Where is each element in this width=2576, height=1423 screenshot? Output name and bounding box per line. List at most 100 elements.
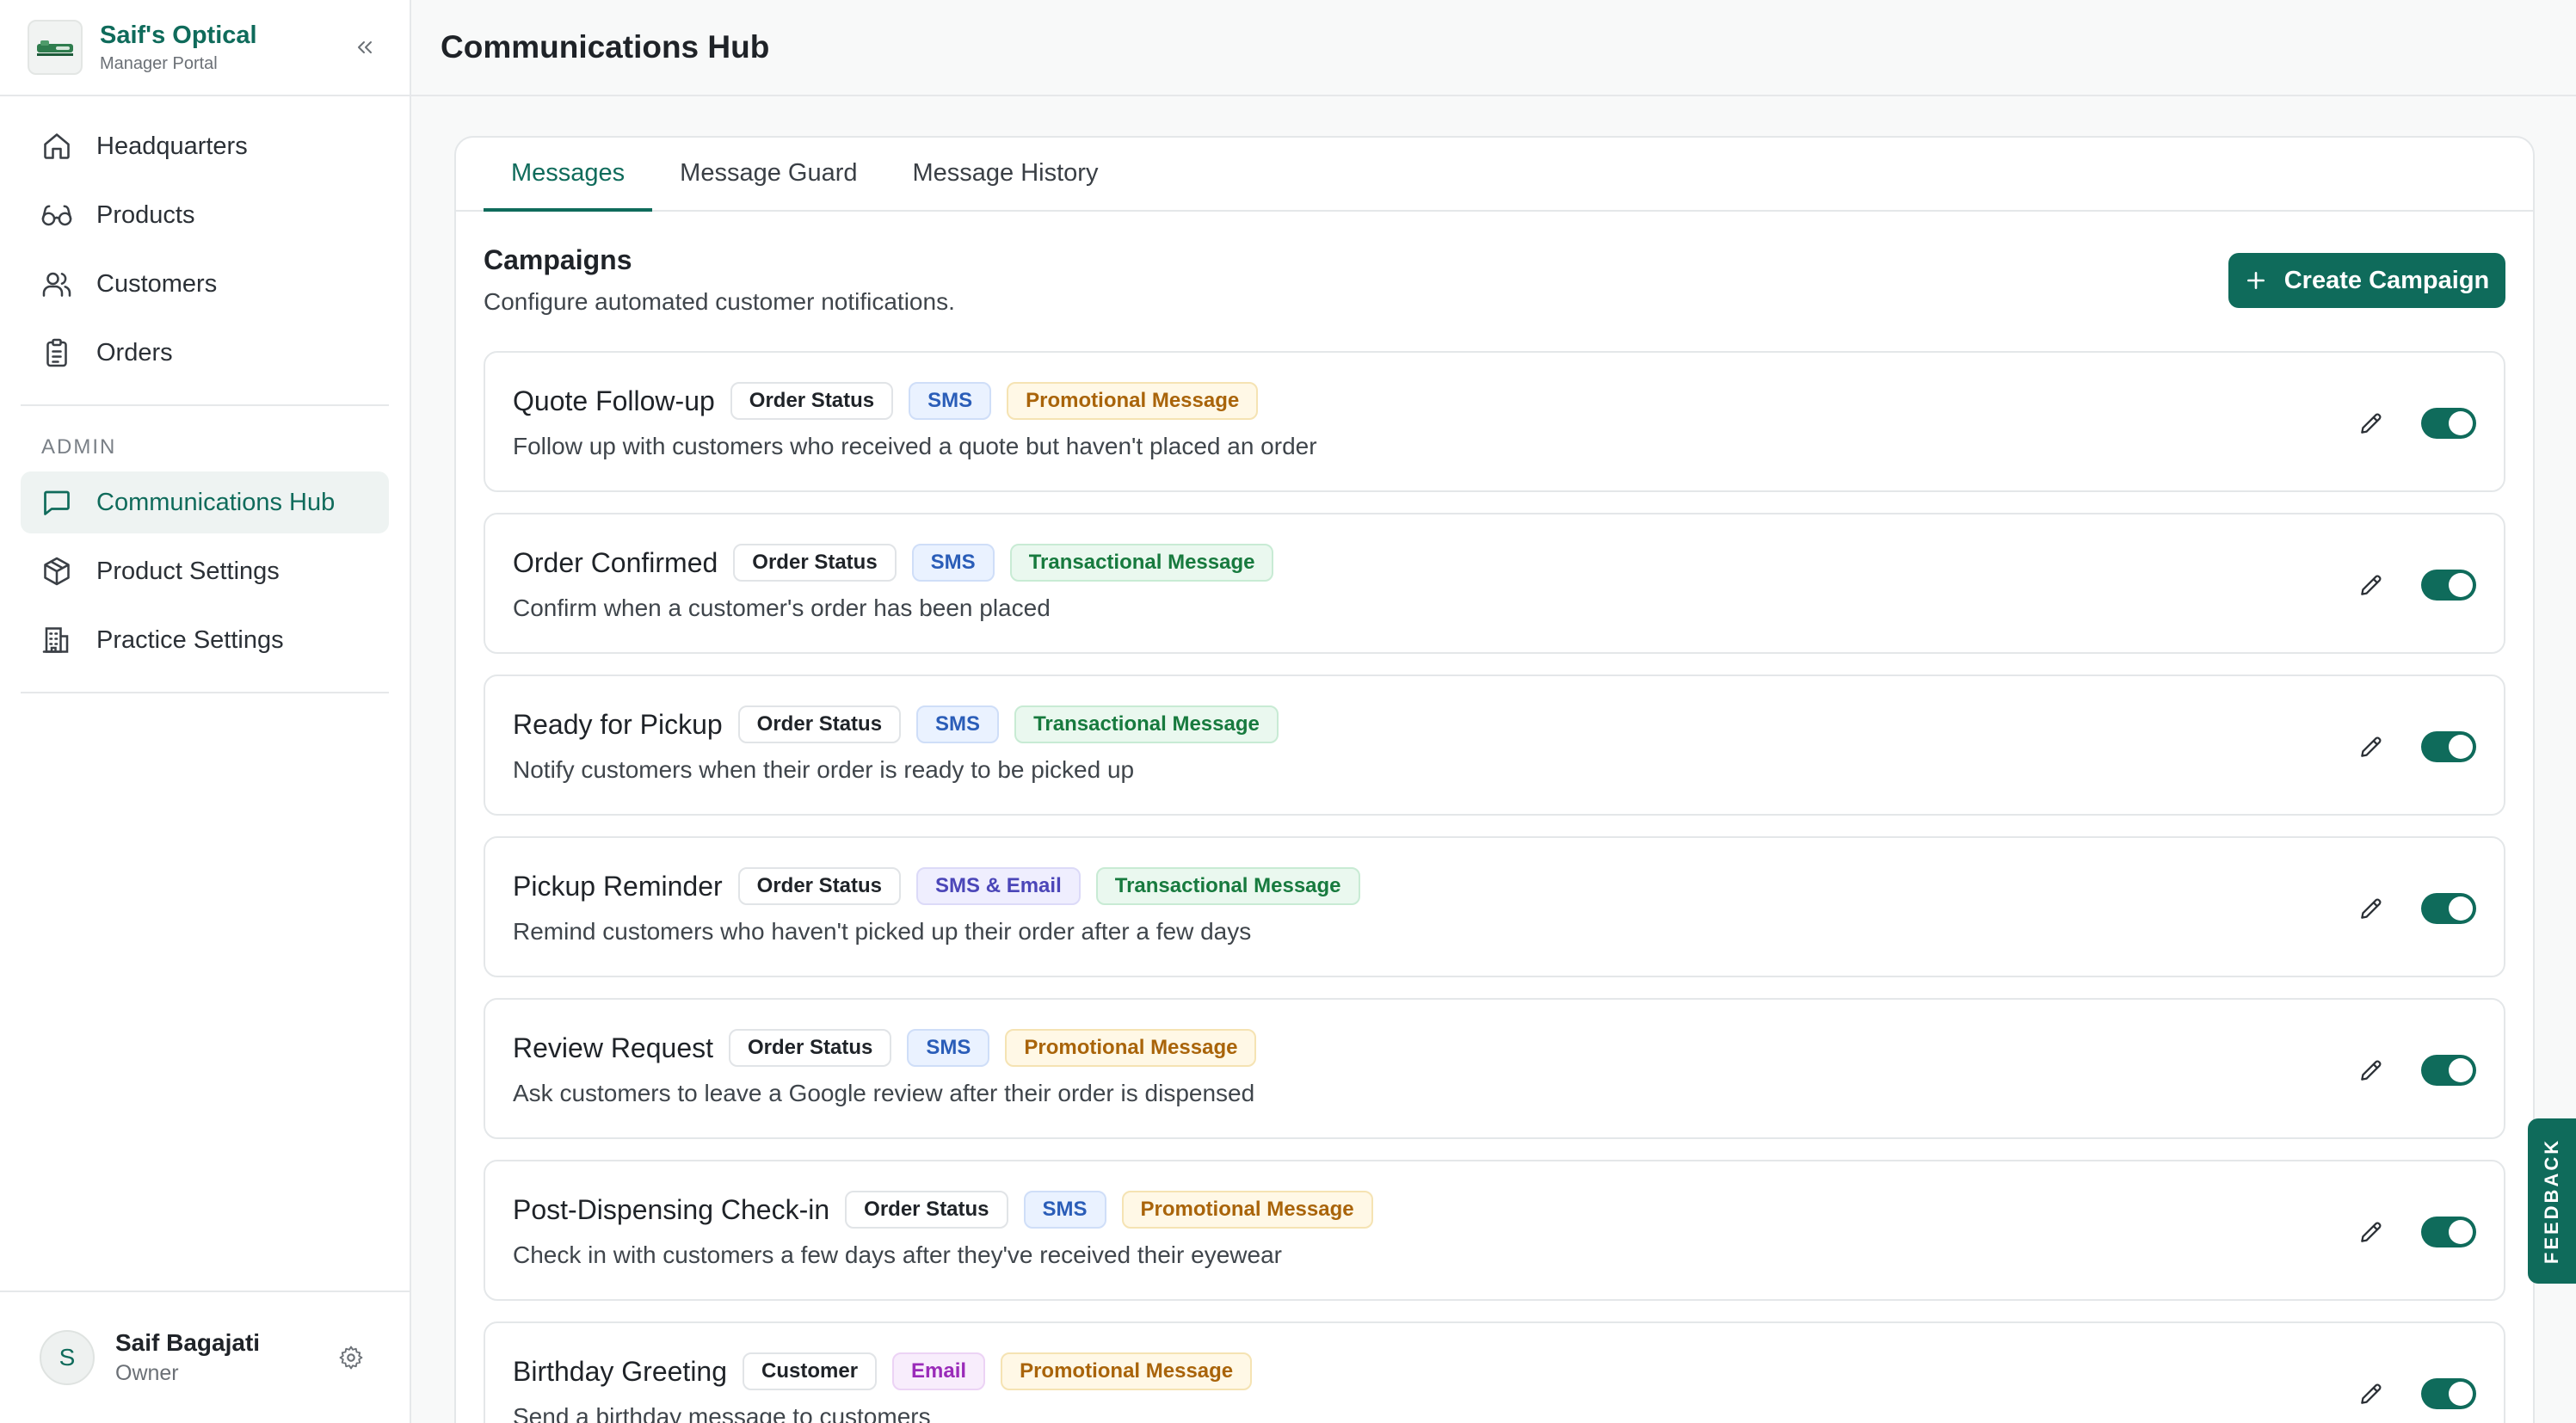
enable-toggle[interactable]: [2421, 893, 2476, 924]
trigger-badge: Order Status: [845, 1191, 1008, 1229]
messages-card: Messages Message Guard Message History C…: [454, 136, 2535, 1423]
campaign-description: Ask customers to leave a Google review a…: [513, 1080, 1255, 1106]
channel-badge: Email: [892, 1352, 986, 1390]
channel-badge: SMS: [1023, 1191, 1106, 1229]
campaign-name: Birthday Greeting: [513, 1355, 728, 1387]
channel-badge: SMS: [907, 1029, 990, 1067]
nav-item-label: Communications Hub: [96, 488, 336, 516]
type-badge: Transactional Message: [1095, 867, 1360, 905]
user-role: Owner: [115, 1361, 179, 1385]
nav-item-label: Product Settings: [96, 557, 280, 585]
campaign-row[interactable]: Pickup Reminder Order Status SMS & Email…: [484, 836, 2505, 977]
campaign-description: Remind customers who haven't picked up t…: [513, 918, 1252, 945]
tab-message-history[interactable]: Message History: [885, 138, 1126, 212]
campaign-row[interactable]: Order Confirmed Order Status SMS Transac…: [484, 513, 2505, 654]
brand-name: Saif's Optical: [100, 22, 257, 49]
collapse-sidebar-button[interactable]: [348, 30, 382, 65]
campaign-description: Check in with customers a few days after…: [513, 1241, 1282, 1268]
pencil-icon: [2361, 1222, 2382, 1242]
tab-messages[interactable]: Messages: [484, 138, 653, 212]
user-settings-button[interactable]: [332, 1339, 370, 1377]
page-title: Communications Hub: [441, 29, 770, 65]
pencil-icon: [2361, 1060, 2382, 1081]
glasses-icon: [40, 198, 74, 232]
type-badge: Promotional Message: [1005, 1029, 1257, 1067]
nav-item-label: Customers: [96, 269, 218, 298]
user-name: Saif Bagajati: [115, 1329, 261, 1356]
toggle-knob: [2449, 411, 2473, 435]
campaign-description: Send a birthday message to customers: [513, 1403, 931, 1423]
top-header: Communications Hub: [411, 0, 2576, 96]
tab-bar: Messages Message Guard Message History: [456, 138, 2533, 212]
edit-button[interactable]: [2352, 566, 2390, 604]
enable-toggle[interactable]: [2421, 408, 2476, 439]
gear-icon: [339, 1346, 363, 1370]
campaign-row[interactable]: Post-Dispensing Check-in Order Status SM…: [484, 1160, 2505, 1301]
feedback-tab[interactable]: FEEDBACK: [2528, 1118, 2576, 1284]
chevrons-left-icon: [358, 41, 372, 53]
pencil-icon: [2361, 1383, 2382, 1404]
edit-button[interactable]: [2352, 1375, 2390, 1413]
nav-item-headquarters[interactable]: Headquarters: [21, 115, 389, 177]
toggle-knob: [2449, 1382, 2473, 1406]
users-icon: [40, 267, 74, 301]
type-badge: Transactional Message: [1009, 544, 1274, 582]
enable-toggle[interactable]: [2421, 570, 2476, 601]
create-campaign-button[interactable]: Create Campaign: [2228, 253, 2505, 308]
nav-item-communications-hub[interactable]: Communications Hub: [21, 471, 389, 533]
trigger-badge: Order Status: [730, 382, 894, 420]
campaign-row[interactable]: Birthday Greeting Customer Email Promoti…: [484, 1321, 2505, 1423]
campaign-name: Review Request: [513, 1032, 713, 1063]
edit-button[interactable]: [2352, 728, 2390, 766]
edit-button[interactable]: [2352, 890, 2390, 927]
campaign-name: Quote Follow-up: [513, 385, 715, 416]
type-badge: Promotional Message: [1007, 382, 1259, 420]
enable-toggle[interactable]: [2421, 1055, 2476, 1086]
clipboard-icon: [40, 336, 74, 370]
nav-item-products[interactable]: Products: [21, 184, 389, 246]
avatar[interactable]: S: [40, 1330, 95, 1385]
campaign-description: Follow up with customers who received a …: [513, 433, 1317, 459]
campaign-name: Ready for Pickup: [513, 708, 723, 740]
toggle-knob: [2449, 896, 2473, 921]
enable-toggle[interactable]: [2421, 731, 2476, 762]
brand-logo[interactable]: [28, 20, 83, 75]
enable-toggle[interactable]: [2421, 1217, 2476, 1247]
pencil-icon: [2361, 898, 2382, 919]
nav-item-product-settings[interactable]: Product Settings: [21, 540, 389, 602]
pencil-icon: [2361, 413, 2382, 434]
campaigns-header: Campaigns Configure automated customer n…: [456, 212, 2533, 351]
nav-divider: [21, 404, 389, 406]
type-badge: Promotional Message: [1121, 1191, 1373, 1229]
nav-item-customers[interactable]: Customers: [21, 253, 389, 315]
enable-toggle[interactable]: [2421, 1378, 2476, 1409]
trigger-badge: Order Status: [733, 544, 897, 582]
channel-badge: SMS: [909, 382, 992, 420]
campaign-name: Order Confirmed: [513, 546, 718, 578]
toggle-knob: [2449, 573, 2473, 597]
campaign-row[interactable]: Ready for Pickup Order Status SMS Transa…: [484, 675, 2505, 816]
message-icon: [40, 485, 74, 520]
channel-badge: SMS: [916, 705, 1000, 743]
tab-message-guard[interactable]: Message Guard: [652, 138, 884, 212]
nav-item-orders[interactable]: Orders: [21, 322, 389, 384]
type-badge: Transactional Message: [1014, 705, 1279, 743]
trigger-badge: Order Status: [737, 867, 902, 905]
edit-button[interactable]: [2352, 404, 2390, 442]
nav-item-label: Headquarters: [96, 132, 248, 160]
admin-section-heading: ADMIN: [41, 435, 117, 459]
nav-item-practice-settings[interactable]: Practice Settings: [21, 609, 389, 671]
campaign-row[interactable]: Review Request Order Status SMS Promotio…: [484, 998, 2505, 1139]
nav-item-label: Practice Settings: [96, 625, 284, 654]
glasses-logo-icon: [37, 40, 73, 56]
create-campaign-label: Create Campaign: [2283, 266, 2490, 294]
toggle-knob: [2449, 1220, 2473, 1244]
nav-item-label: Products: [96, 200, 195, 229]
edit-button[interactable]: [2352, 1213, 2390, 1251]
brand-subtitle: Manager Portal: [100, 54, 218, 73]
edit-button[interactable]: [2352, 1051, 2390, 1089]
admin-nav: Communications Hub Product Settings Prac…: [0, 471, 410, 671]
sidebar: Saif's Optical Manager Portal Headquarte…: [0, 0, 411, 1423]
campaign-row[interactable]: Quote Follow-up Order Status SMS Promoti…: [484, 351, 2505, 492]
nav-divider: [21, 692, 389, 693]
